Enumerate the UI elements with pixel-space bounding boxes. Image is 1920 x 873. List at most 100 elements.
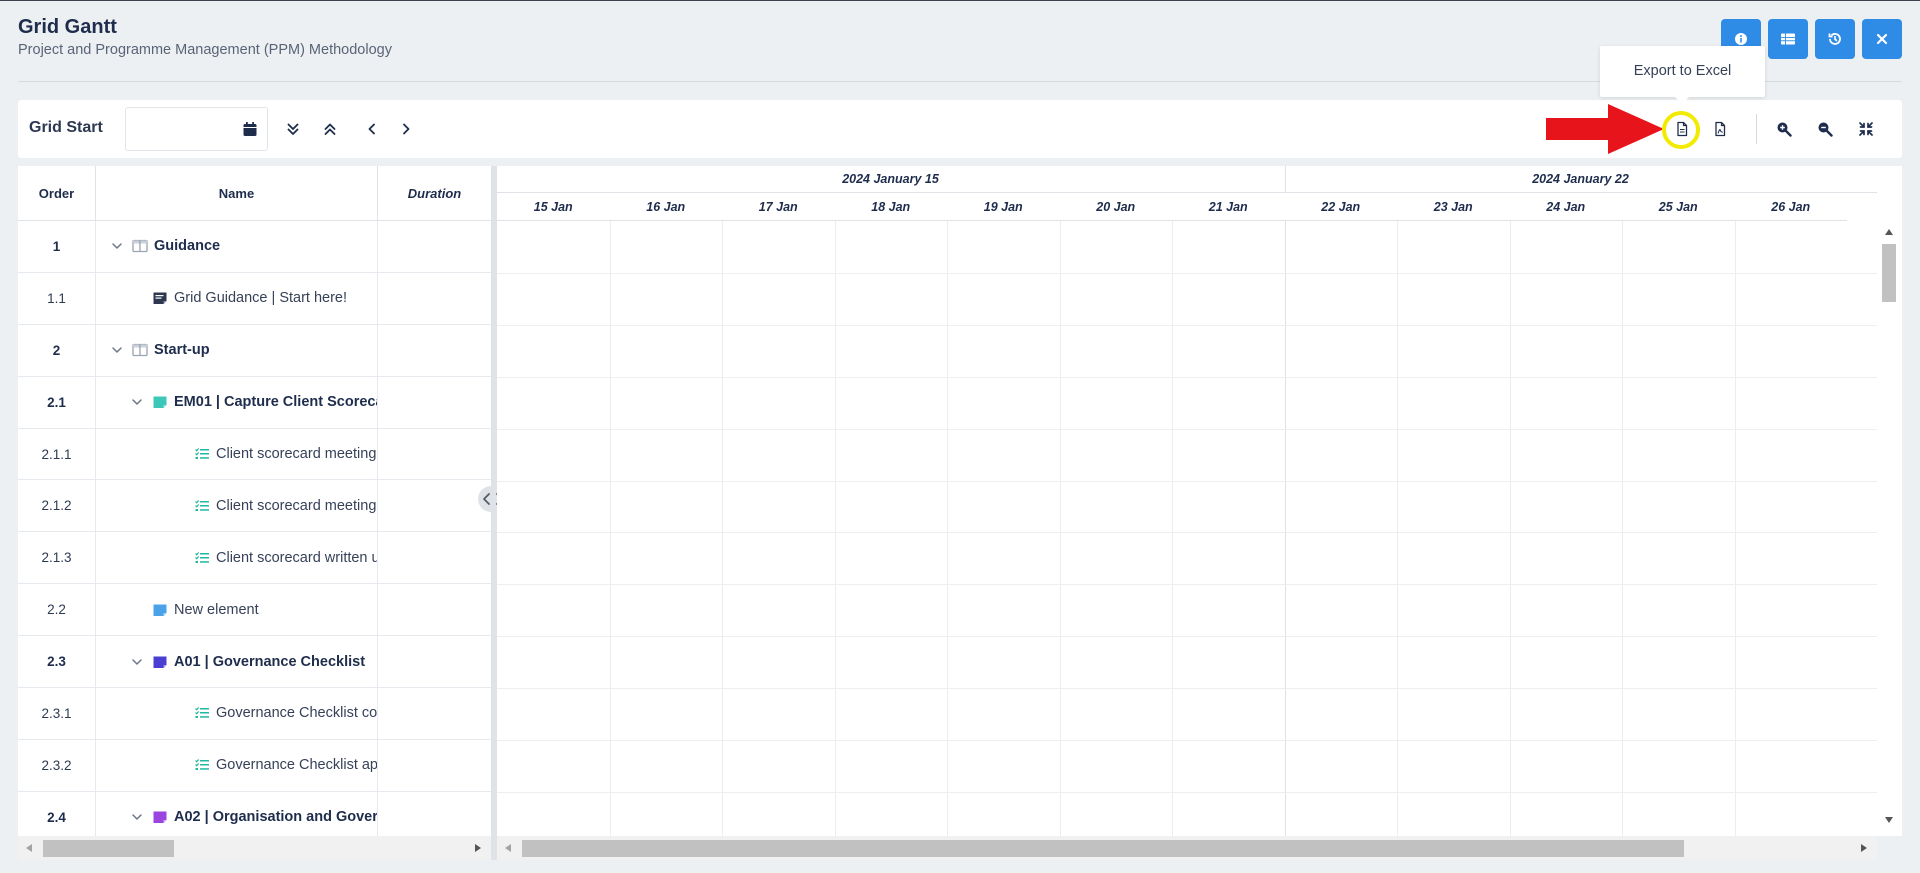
- name-cell[interactable]: Governance Checklist approved: [96, 739, 378, 791]
- gantt-day-header: 24 Jan: [1509, 193, 1622, 221]
- table-row[interactable]: 2.1.3 Client scorecard written up: [18, 532, 491, 585]
- name-cell[interactable]: A01 | Governance Checklist: [96, 636, 378, 688]
- chevron-down-icon[interactable]: [130, 810, 144, 824]
- list-view-button[interactable]: [1768, 19, 1808, 59]
- gantt-day-gridline: [609, 221, 611, 836]
- grid-start-date-input[interactable]: [134, 118, 234, 140]
- close-button[interactable]: [1862, 19, 1902, 59]
- gantt-day-header: 25 Jan: [1622, 193, 1735, 221]
- table-row[interactable]: 2.1.2 Client scorecard meeting held: [18, 480, 491, 533]
- scroll-right-icon[interactable]: [474, 843, 482, 853]
- table-row[interactable]: 2.1 EM01 | Capture Client Scorecard: [18, 376, 491, 429]
- previous-button[interactable]: [362, 119, 382, 139]
- name-cell[interactable]: Governance Checklist completed: [96, 688, 378, 739]
- name-cell[interactable]: Client scorecard meeting scheduled: [96, 428, 378, 480]
- column-header-duration[interactable]: Duration: [378, 166, 491, 221]
- table-row[interactable]: 2.3.1 Governance Checklist completed: [18, 688, 491, 740]
- name-cell[interactable]: Client scorecard written up: [96, 532, 378, 584]
- gantt-day-gridline: [1622, 221, 1623, 836]
- annotation-highlight-ring: [1662, 111, 1700, 149]
- close-icon: [1876, 33, 1888, 45]
- duration-cell[interactable]: [378, 429, 491, 480]
- history-icon: [1828, 33, 1841, 45]
- next-button[interactable]: [396, 119, 416, 139]
- row-name-label: Grid Guidance | Start here!: [174, 290, 348, 307]
- expand-all-button[interactable]: [283, 119, 303, 139]
- compress-icon: [1859, 122, 1873, 136]
- row-name-label: New element: [174, 601, 259, 618]
- duration-cell[interactable]: [378, 325, 491, 376]
- gantt-day-header: 15 Jan: [497, 193, 610, 221]
- duration-cell[interactable]: [378, 377, 491, 428]
- table-row[interactable]: 2.3.2 Governance Checklist approved: [18, 739, 491, 792]
- annotation-arrow-icon: [1546, 104, 1664, 154]
- column-header-order[interactable]: Order: [18, 166, 96, 221]
- grid-horizontal-scrollbar[interactable]: [18, 836, 491, 860]
- scroll-left-icon[interactable]: [25, 843, 33, 853]
- duration-cell[interactable]: [378, 636, 491, 687]
- vertical-scrollbar[interactable]: [1877, 166, 1902, 836]
- scroll-up-icon[interactable]: [1884, 228, 1894, 236]
- page-header: Grid Gantt Project and Programme Managem…: [18, 16, 392, 58]
- gantt-horizontal-scrollbar[interactable]: [497, 836, 1877, 860]
- duration-cell[interactable]: [378, 532, 491, 583]
- gantt-day-gridline: [1284, 221, 1286, 836]
- collapse-all-button[interactable]: [320, 119, 340, 139]
- zoom-in-button[interactable]: [1774, 119, 1794, 139]
- table-row[interactable]: 2.2 New element: [18, 584, 491, 637]
- gantt-day-header: 20 Jan: [1059, 193, 1172, 221]
- order-cell: 1.1: [18, 272, 96, 324]
- export-pdf-button[interactable]: [1710, 119, 1730, 139]
- duration-cell[interactable]: [378, 688, 491, 739]
- chevron-down-icon[interactable]: [130, 395, 144, 409]
- order-cell: 2.1.1: [18, 428, 96, 480]
- note-icon: [153, 656, 167, 668]
- name-cell[interactable]: New element: [96, 584, 378, 636]
- row-name-label: Client scorecard meeting held: [216, 497, 377, 514]
- name-cell[interactable]: EM01 | Capture Client Scorecard: [96, 376, 378, 428]
- export-excel-tooltip: Export to Excel: [1600, 46, 1765, 104]
- name-cell[interactable]: Grid Guidance | Start here!: [96, 272, 378, 324]
- history-button[interactable]: [1815, 19, 1855, 59]
- name-cell[interactable]: Start-up: [96, 324, 378, 376]
- gantt-day-header: 21 Jan: [1172, 193, 1285, 221]
- column-header-name[interactable]: Name: [96, 166, 378, 221]
- gantt-scroll-thumb[interactable]: [522, 840, 1684, 857]
- table-row[interactable]: 1.1 Grid Guidance | Start here!: [18, 272, 491, 325]
- note-icon: [153, 604, 167, 616]
- duration-cell[interactable]: [378, 273, 491, 324]
- task-list-icon: [195, 448, 209, 459]
- chevron-down-icon[interactable]: [110, 343, 124, 357]
- calendar-icon[interactable]: [242, 121, 258, 137]
- zoom-out-button[interactable]: [1815, 119, 1835, 139]
- duration-cell[interactable]: [378, 480, 491, 531]
- scroll-down-icon[interactable]: [1884, 816, 1894, 824]
- grid-scroll-thumb[interactable]: [43, 840, 174, 857]
- task-list-icon: [195, 499, 209, 511]
- gantt-day-header: 23 Jan: [1397, 193, 1510, 221]
- table-row[interactable]: 2 Start-up: [18, 324, 491, 377]
- gantt-row-gridline: [497, 272, 1877, 274]
- name-cell[interactable]: Guidance: [96, 221, 378, 272]
- chevron-down-icon[interactable]: [130, 655, 144, 669]
- chevron-down-icon[interactable]: [110, 239, 124, 253]
- gantt-row-gridline: [497, 324, 1877, 326]
- task-list-icon: [195, 551, 209, 563]
- fit-to-screen-button[interactable]: [1856, 119, 1876, 139]
- duration-cell[interactable]: [378, 584, 491, 635]
- grid-start-label: Grid Start: [29, 119, 103, 136]
- table-row[interactable]: 1 Guidance: [18, 221, 491, 273]
- scroll-left-icon[interactable]: [504, 843, 512, 853]
- table-row[interactable]: 2.3 A01 | Governance Checklist: [18, 636, 491, 689]
- page-title: Grid Gantt: [18, 16, 117, 38]
- grid-start-date-field[interactable]: [125, 107, 268, 151]
- row-name-label: EM01 | Capture Client Scorecard: [174, 394, 378, 411]
- table-row[interactable]: 2.1.1 Client scorecard meeting scheduled: [18, 428, 491, 481]
- row-name-label: Client scorecard meeting scheduled: [216, 446, 377, 462]
- duration-cell[interactable]: [378, 221, 491, 272]
- name-cell[interactable]: Client scorecard meeting held: [96, 480, 378, 532]
- vertical-scroll-thumb[interactable]: [1882, 244, 1896, 302]
- info-icon: [1735, 33, 1747, 45]
- scroll-right-icon[interactable]: [1860, 843, 1868, 853]
- duration-cell[interactable]: [378, 740, 491, 791]
